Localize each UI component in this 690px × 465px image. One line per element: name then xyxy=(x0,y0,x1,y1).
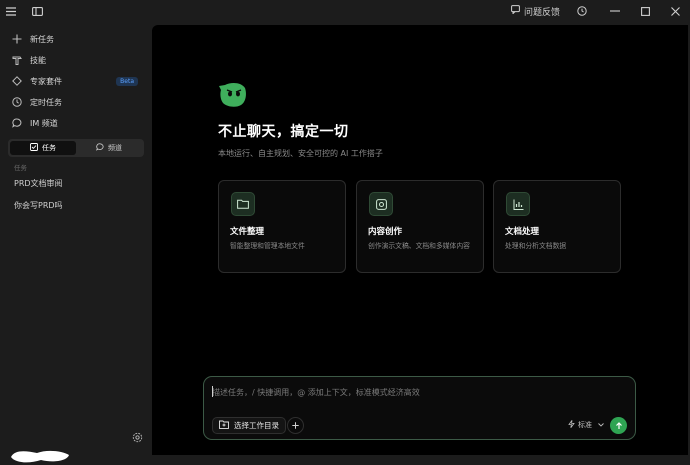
feedback-icon xyxy=(511,5,520,17)
beta-badge: Beta xyxy=(116,76,138,86)
diamond-icon xyxy=(12,76,22,86)
minimize-button[interactable] xyxy=(600,0,630,22)
folder-icon xyxy=(231,192,255,216)
card-title: 内容创作 xyxy=(368,227,403,237)
settings-gear-icon[interactable] xyxy=(131,431,143,443)
feedback-button[interactable]: 问题反馈 xyxy=(511,5,560,18)
card-desc: 创作演示文稿、文档和多媒体内容 xyxy=(368,242,470,250)
card-content-creation[interactable]: 内容创作 创作演示文稿、文档和多媒体内容 xyxy=(356,180,484,273)
title-bar: 问题反馈 xyxy=(0,0,690,22)
mode-selector[interactable]: 标准 xyxy=(568,420,604,430)
image-icon xyxy=(369,192,393,216)
sidebar-item-label: 定时任务 xyxy=(30,97,62,107)
sidebar-item-im-channel[interactable]: IM 频道 xyxy=(12,115,142,131)
app-logo-icon xyxy=(219,83,246,107)
feedback-label: 问题反馈 xyxy=(523,7,560,18)
sidebar-tab-switcher: 任务 频道 xyxy=(8,139,144,157)
history-icon[interactable] xyxy=(572,0,592,22)
hero-subtitle: 本地运行、自主规划、安全可控的 AI 工作搭子 xyxy=(218,149,383,158)
sidebar-item-skills[interactable]: 技能 xyxy=(12,52,142,68)
sidebar-item-scheduled-tasks[interactable]: 定时任务 xyxy=(12,94,142,110)
main-panel: 不止聊天，搞定一切 本地运行、自主规划、安全可控的 AI 工作搭子 文件整理 智… xyxy=(152,25,688,455)
card-desc: 处理和分析文档数据 xyxy=(505,242,567,250)
maximize-button[interactable] xyxy=(630,0,660,22)
tab-label: 频道 xyxy=(108,144,122,152)
sidebar-item-new-task[interactable]: 新任务 xyxy=(12,31,142,47)
lightning-icon xyxy=(568,420,575,430)
task-section-label: 任务 xyxy=(14,164,27,172)
sidebar-item-label: 技能 xyxy=(30,55,46,65)
arrow-up-icon xyxy=(615,421,622,429)
chevron-down-icon xyxy=(598,421,604,429)
sidebar-item-label: 新任务 xyxy=(30,34,54,44)
sidebar-item-label: IM 频道 xyxy=(30,118,58,128)
hammer-icon xyxy=(12,55,22,65)
mode-label: 标准 xyxy=(578,421,592,429)
clock-icon xyxy=(12,97,22,107)
task-input[interactable] xyxy=(212,384,622,400)
sidebar-toggle-icon[interactable] xyxy=(26,0,48,22)
sidebar-item-expert-kit[interactable]: 专家套件 Beta xyxy=(12,73,142,89)
send-button[interactable] xyxy=(610,417,627,434)
card-desc: 智能整理和管理本地文件 xyxy=(230,242,305,250)
tab-label: 任务 xyxy=(42,144,56,152)
select-work-directory-button[interactable]: 选择工作目录 xyxy=(212,417,286,434)
close-button[interactable] xyxy=(660,0,690,22)
user-avatar-redacted xyxy=(11,450,69,463)
chat-bubble-icon xyxy=(12,118,22,128)
card-document-processing[interactable]: 文档处理 处理和分析文档数据 xyxy=(493,180,621,273)
chat-bubble-icon xyxy=(96,143,104,153)
tab-channels[interactable]: 频道 xyxy=(76,141,142,155)
card-title: 文件整理 xyxy=(230,227,265,237)
checkbox-icon xyxy=(30,143,38,153)
plus-icon xyxy=(12,34,22,44)
sidebar-item-label: 专家套件 xyxy=(30,76,62,86)
add-attachment-button[interactable] xyxy=(287,417,304,434)
hero-title: 不止聊天，搞定一切 xyxy=(218,124,349,140)
menu-icon[interactable] xyxy=(0,0,22,22)
select-work-directory-label: 选择工作目录 xyxy=(234,421,279,430)
sidebar: 新任务 技能 专家套件 Beta 定时任务 IM 频道 任务 频道 任务 PRD… xyxy=(0,22,152,463)
text-caret xyxy=(212,386,213,397)
card-title: 文档处理 xyxy=(505,227,540,237)
task-item[interactable]: 你会写PRD吗 xyxy=(14,200,63,211)
folder-icon xyxy=(219,420,229,431)
bar-chart-icon xyxy=(506,192,530,216)
tab-tasks[interactable]: 任务 xyxy=(10,141,76,155)
task-item[interactable]: PRD文档审阅 xyxy=(14,178,63,189)
card-file-organize[interactable]: 文件整理 智能整理和管理本地文件 xyxy=(218,180,346,273)
composer: 选择工作目录 标准 xyxy=(203,376,636,440)
